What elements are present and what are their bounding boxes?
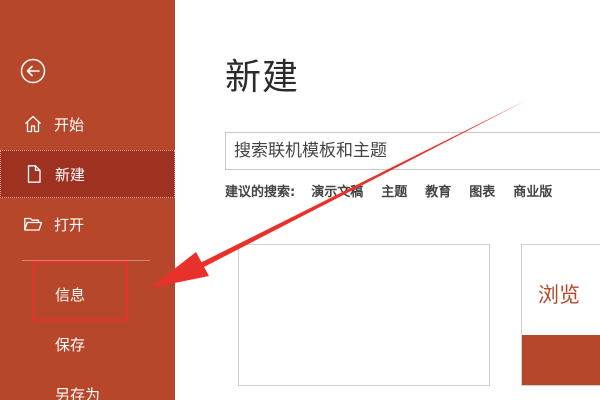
home-icon (22, 113, 44, 135)
sidebar-divider (22, 260, 150, 261)
sidebar-item-info[interactable]: 信息 (0, 270, 175, 318)
suggested-link-theme[interactable]: 主题 (381, 181, 407, 200)
suggested-link-education[interactable]: 教育 (425, 181, 451, 200)
suggested-link-business[interactable]: 商业版 (513, 181, 552, 200)
sidebar-item-save[interactable]: 保存 (0, 320, 175, 368)
sidebar-item-label: 另存为 (55, 385, 101, 400)
sidebar-item-label: 保存 (55, 335, 86, 354)
sidebar-item-label: 信息 (55, 285, 86, 304)
search-box[interactable] (225, 132, 600, 170)
template-blank-presentation[interactable] (238, 244, 490, 386)
sidebar-item-home[interactable]: 开始 (0, 100, 175, 148)
suggested-link-charts[interactable]: 图表 (469, 181, 495, 200)
template-tour-title: 浏览 (538, 283, 580, 307)
sidebar-item-label: 开始 (54, 115, 85, 134)
folder-open-icon (22, 213, 44, 235)
sidebar-item-save-as[interactable]: 另存为 (0, 370, 175, 400)
sidebar-item-label: 新建 (55, 165, 86, 184)
sidebar-item-label: 打开 (54, 215, 85, 234)
suggested-searches: 建议的搜索: 演示文稿 主题 教育 图表 商业版 (225, 181, 570, 200)
sidebar-item-new[interactable]: 新建 (0, 150, 175, 198)
suggested-searches-label: 建议的搜索: (225, 185, 296, 200)
new-document-icon (23, 163, 45, 185)
search-input[interactable] (226, 133, 600, 169)
back-button[interactable] (20, 58, 46, 84)
back-arrow-icon (20, 58, 46, 84)
sidebar-item-open[interactable]: 打开 (0, 200, 175, 248)
backstage-sidebar: 开始 新建 打开 信息 保存 另存为 (0, 0, 175, 400)
template-tour-band (522, 335, 600, 385)
template-tour[interactable]: 浏览 (521, 244, 600, 386)
suggested-link-presentation[interactable]: 演示文稿 (311, 181, 363, 200)
page-title: 新建 (225, 57, 300, 98)
powerpoint-backstage-window: 开始 新建 打开 信息 保存 另存为 新建 搜索联机模板和主题 建议的搜索: 演… (0, 0, 600, 400)
